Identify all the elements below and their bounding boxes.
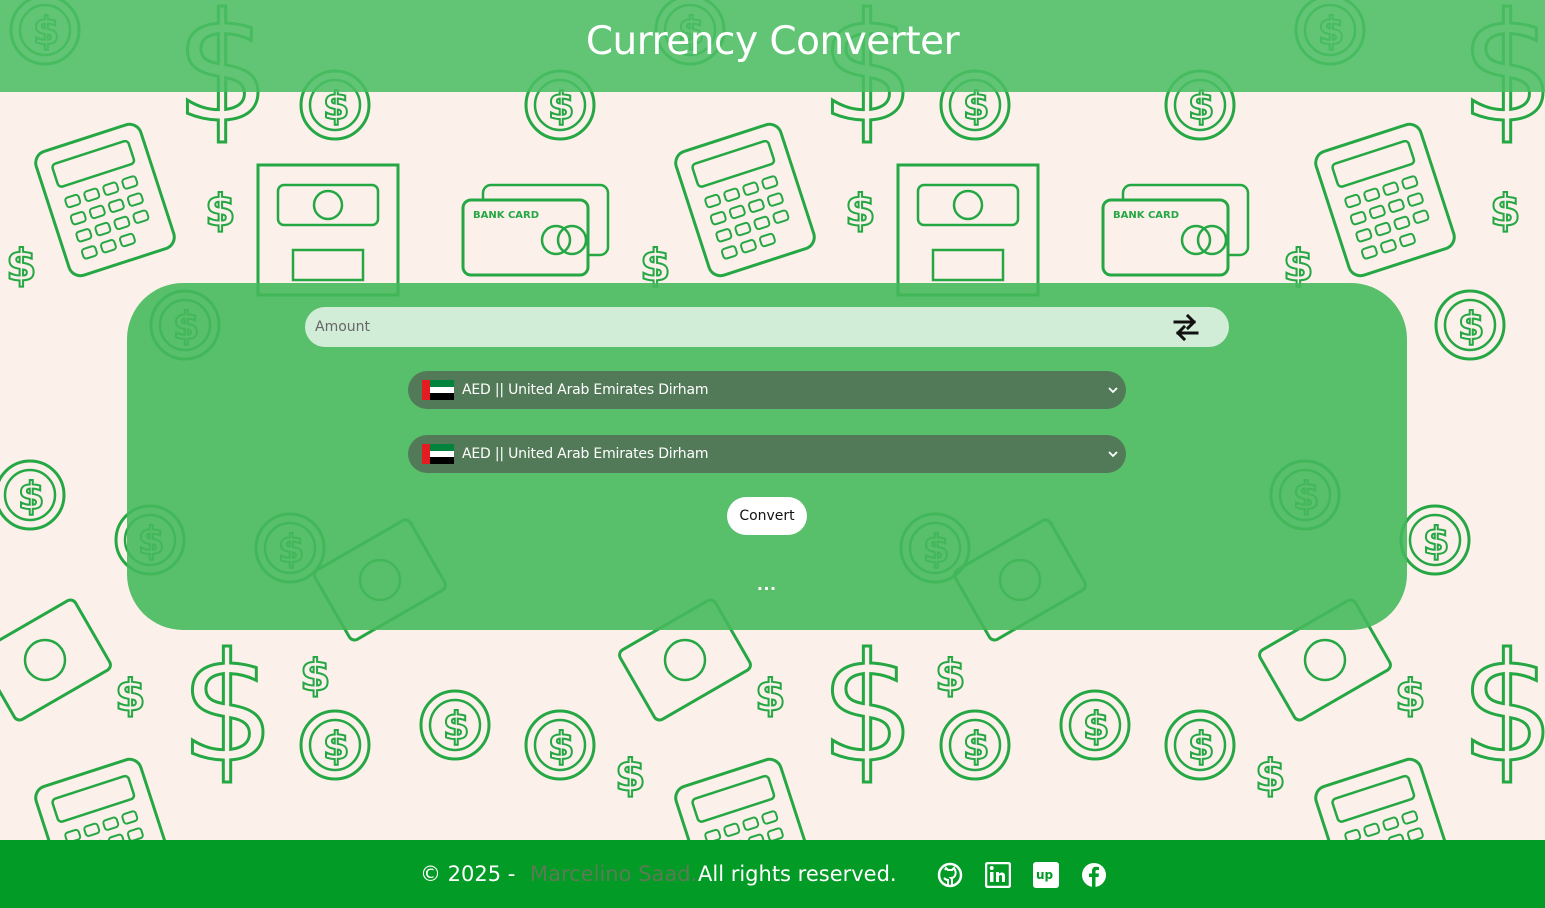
upwork-icon: up [1033,862,1059,888]
linkedin-icon [984,861,1012,889]
rights-text: All rights reserved. [698,862,897,886]
chevron-down-icon [1108,451,1118,458]
svg-text:up: up [1036,868,1054,882]
converter-panel: AED || United Arab Emirates Dirham AED |… [127,283,1407,630]
chevron-down-icon [1108,387,1118,394]
uae-flag-icon [422,444,454,464]
author-link[interactable]: Marcelino Saad. [530,862,697,886]
to-currency-select[interactable]: AED || United Arab Emirates Dirham [408,435,1126,473]
github-icon [937,862,963,888]
from-currency-select[interactable]: AED || United Arab Emirates Dirham [408,371,1126,409]
swap-arrows-icon [1173,313,1199,341]
page-footer: © 2025 - Marcelino Saad. All rights rese… [0,840,1545,908]
convert-button[interactable]: Convert [727,497,807,535]
from-currency-label: AED || United Arab Emirates Dirham [462,382,709,398]
linkedin-link[interactable] [984,861,1012,889]
amount-input[interactable] [305,307,1145,347]
app-header: Currency Converter [0,0,1545,92]
swap-currencies-button[interactable] [1171,312,1201,342]
to-currency-label: AED || United Arab Emirates Dirham [462,446,709,462]
page-title: Currency Converter [585,18,960,64]
facebook-link[interactable] [1081,862,1107,888]
upwork-link[interactable]: up [1033,862,1059,888]
amount-field-wrapper [305,307,1229,347]
copyright-text: © 2025 - [420,862,516,886]
conversion-result: ... [757,573,777,595]
facebook-icon [1082,863,1106,887]
uae-flag-icon [422,380,454,400]
github-link[interactable] [937,862,963,888]
